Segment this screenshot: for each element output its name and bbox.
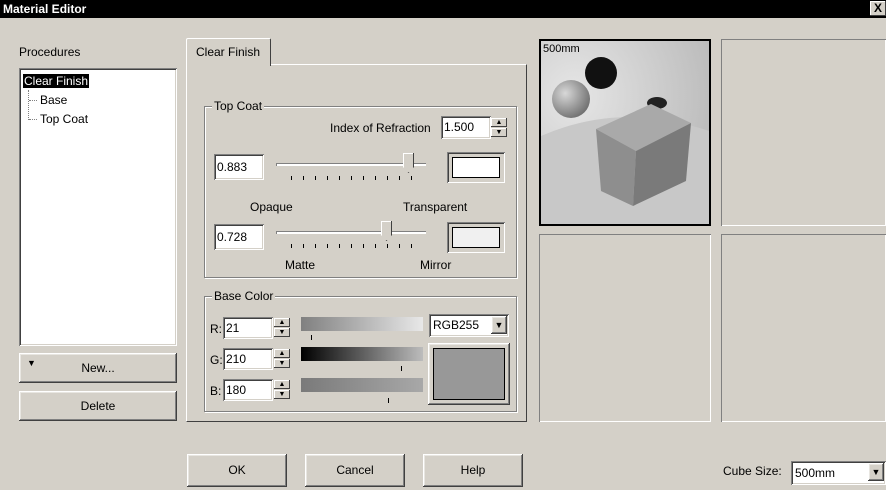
slider-tick — [351, 244, 352, 248]
slider-tick — [375, 244, 376, 248]
slider-tick — [315, 176, 316, 180]
b-marker — [388, 398, 389, 403]
tree-item-clear-finish[interactable]: Clear Finish — [23, 74, 90, 88]
slider-tick — [291, 176, 292, 180]
reflection-slider[interactable] — [276, 218, 426, 258]
swatch-fill — [452, 157, 500, 178]
color-mode-value: RGB255 — [433, 318, 480, 332]
tree-branch — [29, 119, 37, 120]
slider-tick — [411, 176, 412, 180]
r-input[interactable]: 21 — [223, 317, 273, 339]
preview-size-label: 500mm — [543, 43, 580, 55]
slider-tick — [375, 176, 376, 180]
window-title: Material Editor — [3, 2, 87, 16]
close-button[interactable]: X — [870, 1, 886, 16]
base-color-swatch[interactable] — [428, 343, 510, 405]
opaque-label: Opaque — [250, 200, 293, 214]
slider-tick — [351, 176, 352, 180]
opacity-input[interactable]: 0.883 — [214, 154, 264, 180]
g-gradient-bar[interactable] — [301, 347, 423, 361]
color-mode-select[interactable]: RGB255 ▼ — [429, 314, 509, 337]
base-color-group-label: Base Color — [212, 289, 276, 303]
spin-up-icon[interactable]: ▲ — [274, 380, 290, 389]
slider-tick — [327, 176, 328, 180]
slider-tick — [291, 244, 292, 248]
slider-tick — [411, 244, 412, 248]
slider-thumb[interactable] — [403, 153, 414, 173]
slider-tick — [363, 244, 364, 248]
slider-tick — [399, 244, 400, 248]
spin-down-icon[interactable]: ▼ — [274, 390, 290, 399]
b-label: B: — [210, 384, 222, 398]
tree-line — [28, 90, 30, 120]
spin-down-icon[interactable]: ▼ — [491, 128, 507, 137]
ior-input[interactable]: 1.500 — [441, 116, 491, 139]
reflection-input[interactable]: 0.728 — [214, 224, 264, 250]
material-preview-selected[interactable]: 500mm — [539, 39, 711, 226]
matte-label: Matte — [285, 258, 316, 272]
new-button[interactable]: ▼ New... — [19, 353, 177, 383]
spin-up-icon[interactable]: ▲ — [491, 118, 507, 127]
g-label: G: — [210, 353, 223, 367]
chevron-down-icon[interactable]: ▼ — [491, 316, 507, 334]
r-marker — [311, 335, 312, 340]
cube-size-value: 500mm — [795, 466, 836, 480]
g-input[interactable]: 210 — [223, 348, 273, 370]
transparent-label: Transparent — [403, 200, 468, 214]
ok-button[interactable]: OK — [187, 454, 287, 487]
spin-up-icon[interactable]: ▲ — [274, 318, 290, 327]
reflection-color-swatch[interactable] — [447, 222, 505, 253]
chevron-down-icon[interactable]: ▼ — [868, 463, 884, 481]
new-button-label: New... — [81, 361, 115, 375]
slider-track — [276, 231, 426, 234]
slider-tick — [387, 176, 388, 180]
tree-branch — [29, 100, 37, 101]
material-preview-slot[interactable] — [721, 39, 886, 226]
spin-down-icon[interactable]: ▼ — [274, 328, 290, 337]
opacity-slider[interactable] — [276, 148, 426, 188]
mirror-label: Mirror — [420, 258, 452, 272]
procedures-tree[interactable]: Clear Finish Base Top Coat — [19, 68, 177, 346]
r-gradient-bar[interactable] — [301, 317, 423, 331]
b-gradient-bar[interactable] — [301, 378, 423, 392]
swatch-fill — [433, 348, 505, 400]
delete-button[interactable]: Delete — [19, 391, 177, 421]
cancel-button[interactable]: Cancel — [305, 454, 405, 487]
slider-tick — [315, 244, 316, 248]
slider-tick — [327, 244, 328, 248]
r-spinner[interactable]: ▲ ▼ — [274, 318, 290, 337]
title-bar: Material Editor X — [0, 0, 886, 18]
swatch-fill — [452, 227, 500, 248]
slider-thumb[interactable] — [381, 221, 392, 241]
tree-item-base[interactable]: Base — [40, 93, 67, 107]
help-button[interactable]: Help — [423, 454, 523, 487]
g-spinner[interactable]: ▲ ▼ — [274, 349, 290, 368]
ior-spinner[interactable]: ▲ ▼ — [491, 118, 507, 137]
b-input[interactable]: 180 — [223, 379, 273, 401]
g-marker — [401, 366, 402, 371]
slider-tick — [363, 176, 364, 180]
material-preview-slot[interactable] — [539, 234, 711, 422]
spin-up-icon[interactable]: ▲ — [274, 349, 290, 358]
slider-tick — [303, 176, 304, 180]
b-spinner[interactable]: ▲ ▼ — [274, 380, 290, 399]
cube-size-select[interactable]: 500mm ▼ — [791, 461, 886, 485]
top-coat-group-label: Top Coat — [212, 99, 265, 113]
slider-tick — [399, 176, 400, 180]
tab-label: Clear Finish — [196, 45, 261, 59]
tree-item-top-coat[interactable]: Top Coat — [40, 112, 88, 126]
procedures-label: Procedures — [19, 45, 81, 59]
tab-clear-finish[interactable]: Clear Finish — [186, 38, 271, 66]
r-label: R: — [210, 322, 222, 336]
slider-tick — [339, 244, 340, 248]
slider-tick — [387, 244, 388, 248]
spin-down-icon[interactable]: ▼ — [274, 359, 290, 368]
preview-render — [541, 41, 709, 224]
material-preview-slot[interactable] — [721, 234, 886, 422]
cube-size-label: Cube Size: — [723, 464, 782, 478]
slider-tick — [339, 176, 340, 180]
ior-label: Index of Refraction — [330, 121, 431, 135]
opacity-color-swatch[interactable] — [447, 152, 505, 183]
slider-tick — [303, 244, 304, 248]
